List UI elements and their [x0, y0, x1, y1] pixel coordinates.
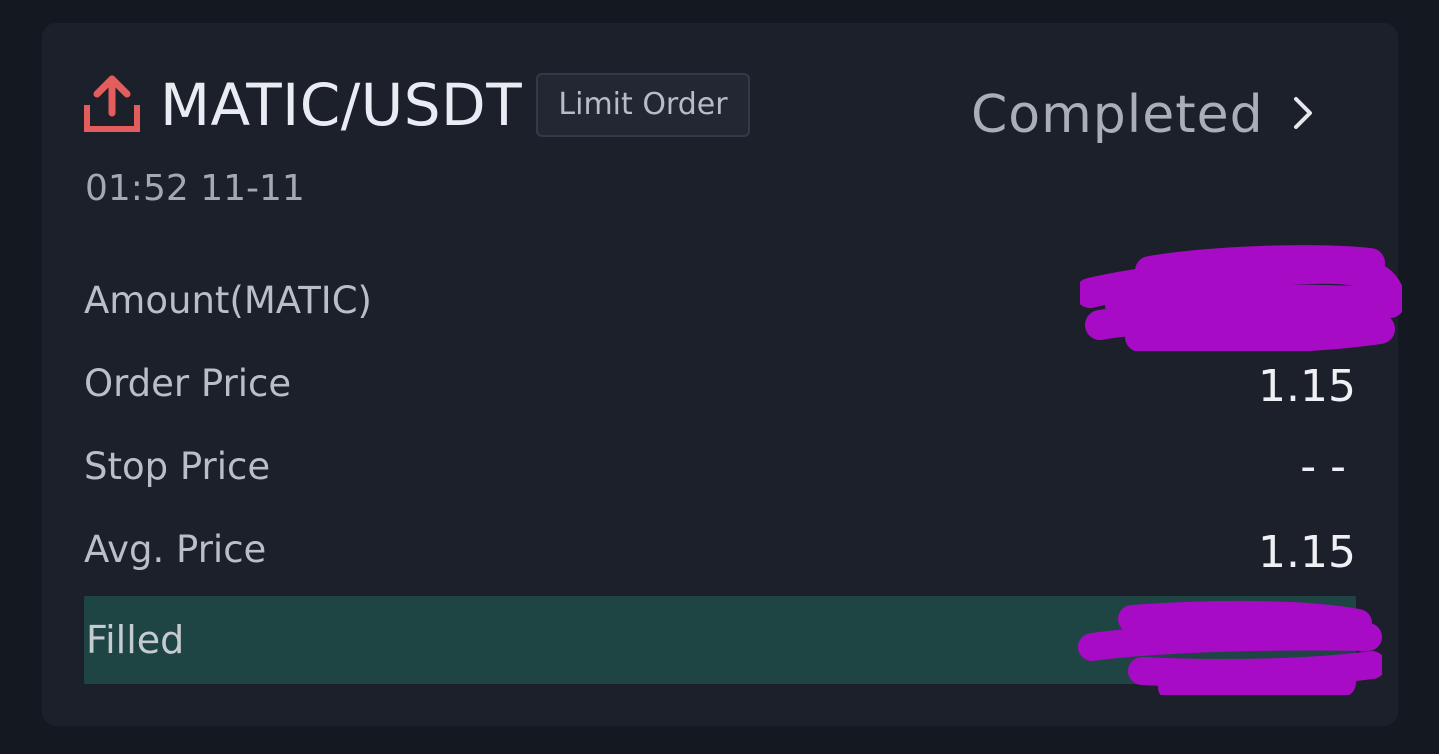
upload-icon: [84, 75, 140, 132]
redaction-scribble: [1078, 600, 1382, 695]
stop-price-value: - -: [1300, 441, 1346, 492]
amount-label: Amount(MATIC): [84, 279, 372, 322]
avg-price-value: 1.15: [1258, 527, 1356, 578]
redaction-scribble: [1080, 245, 1402, 351]
order-status[interactable]: Completed: [971, 83, 1264, 147]
stop-price-label: Stop Price: [84, 445, 271, 488]
order-card[interactable]: MATIC/USDT Limit Order Completed 01:52 1…: [42, 23, 1402, 726]
chevron-right-icon[interactable]: [1286, 93, 1320, 133]
order-type-badge: Limit Order: [536, 73, 750, 137]
order-time: 01:52 11-11: [85, 168, 305, 209]
trading-pair: MATIC/USDT: [160, 71, 523, 139]
filled-label: Filled: [86, 618, 185, 662]
avg-price-label: Avg. Price: [84, 528, 267, 571]
order-price-value: 1.15: [1258, 361, 1356, 412]
order-price-label: Order Price: [84, 362, 292, 405]
